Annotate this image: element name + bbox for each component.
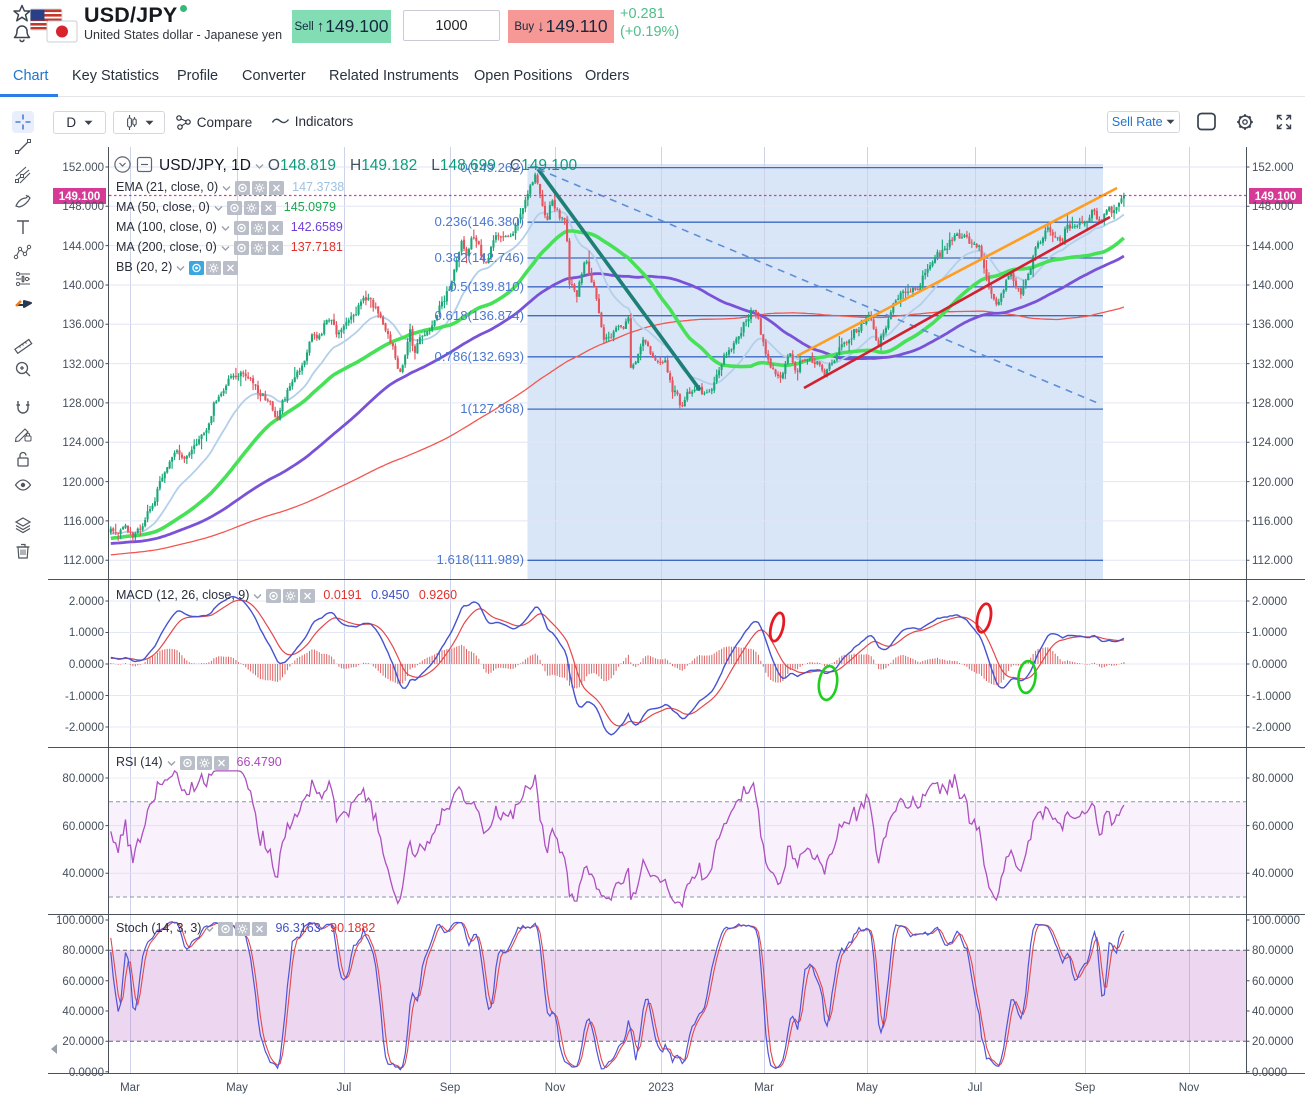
svg-text:60.0000: 60.0000 <box>62 821 104 833</box>
svg-text:40.0000: 40.0000 <box>1252 1006 1294 1018</box>
svg-text:1.618(111.989): 1.618(111.989) <box>437 552 525 567</box>
svg-text:0.0000: 0.0000 <box>1252 659 1287 671</box>
svg-text:-2.0000: -2.0000 <box>1252 722 1291 734</box>
svg-text:20.0000: 20.0000 <box>62 1036 104 1048</box>
svg-text:60.0000: 60.0000 <box>1252 821 1294 833</box>
svg-text:112.000: 112.000 <box>63 555 104 567</box>
svg-text:80.0000: 80.0000 <box>62 945 104 957</box>
svg-text:80.0000: 80.0000 <box>62 773 104 785</box>
svg-text:Nov: Nov <box>1179 1082 1200 1094</box>
svg-text:124.000: 124.000 <box>62 437 104 449</box>
svg-text:1(127.368): 1(127.368) <box>460 401 524 416</box>
svg-text:0.0000: 0.0000 <box>69 659 104 671</box>
svg-text:0.0000: 0.0000 <box>1252 1067 1287 1079</box>
svg-text:20.0000: 20.0000 <box>1252 1036 1294 1048</box>
svg-text:0.236(146.380): 0.236(146.380) <box>435 214 524 229</box>
svg-text:128.000: 128.000 <box>62 398 104 410</box>
svg-text:149.100: 149.100 <box>59 191 101 203</box>
svg-text:2.0000: 2.0000 <box>1252 596 1287 608</box>
svg-text:0.382(142.746): 0.382(142.746) <box>435 250 524 265</box>
svg-text:40.0000: 40.0000 <box>62 1006 104 1018</box>
svg-text:Sep: Sep <box>1075 1082 1095 1094</box>
svg-text:-2.0000: -2.0000 <box>65 722 104 734</box>
svg-text:Sep: Sep <box>440 1082 460 1094</box>
svg-text:80.0000: 80.0000 <box>1252 773 1294 785</box>
svg-text:40.0000: 40.0000 <box>62 868 104 880</box>
svg-text:100.0000: 100.0000 <box>56 915 104 927</box>
svg-text:112.000: 112.000 <box>1252 555 1293 567</box>
svg-text:132.000: 132.000 <box>1252 359 1294 371</box>
svg-text:40.0000: 40.0000 <box>1252 868 1294 880</box>
svg-text:144.000: 144.000 <box>62 241 104 253</box>
svg-text:1.0000: 1.0000 <box>69 627 104 639</box>
svg-text:Mar: Mar <box>754 1082 774 1094</box>
svg-text:132.000: 132.000 <box>62 359 104 371</box>
svg-text:124.000: 124.000 <box>1252 437 1294 449</box>
svg-text:0.786(132.693): 0.786(132.693) <box>435 349 524 364</box>
svg-text:136.000: 136.000 <box>62 319 104 331</box>
svg-text:144.000: 144.000 <box>1252 241 1294 253</box>
svg-text:100.0000: 100.0000 <box>1252 915 1300 927</box>
svg-text:Nov: Nov <box>545 1082 566 1094</box>
svg-text:2023: 2023 <box>648 1082 674 1094</box>
svg-text:0.5(139.810): 0.5(139.810) <box>449 279 524 294</box>
svg-text:116.000: 116.000 <box>1252 516 1293 528</box>
svg-text:Mar: Mar <box>120 1082 140 1094</box>
svg-text:80.0000: 80.0000 <box>1252 945 1294 957</box>
svg-text:120.000: 120.000 <box>62 477 104 489</box>
svg-text:152.000: 152.000 <box>1252 162 1294 174</box>
svg-text:136.000: 136.000 <box>1252 319 1294 331</box>
svg-text:-1.0000: -1.0000 <box>1252 691 1291 703</box>
svg-text:0.0000: 0.0000 <box>69 1067 104 1079</box>
svg-text:140.000: 140.000 <box>1252 280 1294 292</box>
svg-text:116.000: 116.000 <box>63 516 104 528</box>
svg-text:2.0000: 2.0000 <box>69 596 104 608</box>
svg-text:60.0000: 60.0000 <box>1252 976 1294 988</box>
svg-text:May: May <box>856 1082 878 1094</box>
svg-text:60.0000: 60.0000 <box>62 976 104 988</box>
svg-text:May: May <box>226 1082 248 1094</box>
svg-text:Jul: Jul <box>968 1082 983 1094</box>
svg-text:149.100: 149.100 <box>1255 191 1297 203</box>
svg-text:-1.0000: -1.0000 <box>65 691 104 703</box>
svg-text:Jul: Jul <box>337 1082 352 1094</box>
svg-text:120.000: 120.000 <box>1252 477 1294 489</box>
svg-text:152.000: 152.000 <box>62 162 104 174</box>
svg-text:0.618(136.874): 0.618(136.874) <box>435 308 524 323</box>
svg-text:140.000: 140.000 <box>62 280 104 292</box>
svg-text:1.0000: 1.0000 <box>1252 627 1287 639</box>
svg-text:128.000: 128.000 <box>1252 398 1294 410</box>
